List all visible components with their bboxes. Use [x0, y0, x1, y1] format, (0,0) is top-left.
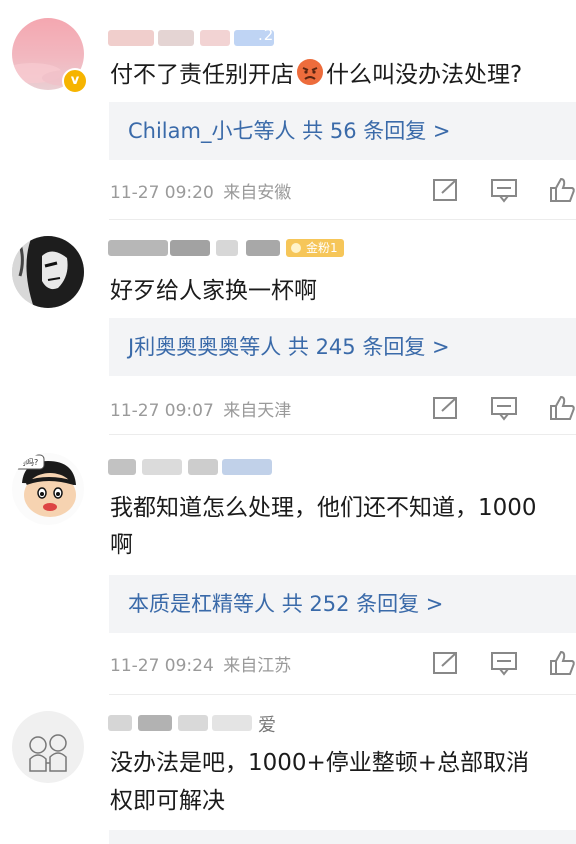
share-icon[interactable]: [432, 177, 460, 203]
avatar[interactable]: [12, 711, 84, 783]
verified-v-badge-icon: v: [62, 68, 88, 94]
comment-meta: 11-27 09:20 来自安徽: [110, 178, 291, 203]
blurred-username: [212, 715, 252, 731]
blurred-username: [170, 240, 210, 256]
like-icon[interactable]: [548, 650, 576, 676]
blurred-username: [108, 240, 168, 256]
username-fragment: .2: [258, 26, 275, 44]
reply-total: 共 56 条回复 >: [302, 119, 451, 143]
fan-badge: 金粉1: [286, 239, 344, 257]
reply-summary-link[interactable]: J利奥奥奥奥等人 共 245 条回复 >: [109, 318, 576, 376]
reply-middle: 等人: [253, 119, 296, 143]
comment-meta: 11-27 09:07 来自天津: [110, 396, 291, 421]
comment-text-line2: 权即可解决: [110, 788, 225, 814]
comment-time: 11-27 09:20: [110, 183, 214, 203]
blurred-username: [222, 459, 272, 475]
avatar[interactable]: [12, 236, 84, 308]
avatar-image: 约吗?: [12, 453, 84, 525]
comment-text: 没办法是吧，1000+停业整顿+总部取消: [110, 750, 530, 776]
avatar-image: [12, 711, 84, 783]
blurred-username: [178, 715, 208, 731]
blurred-username: [246, 240, 280, 256]
blurred-username: [216, 240, 238, 256]
comment-source: 来自天津: [223, 401, 292, 421]
share-icon[interactable]: [432, 650, 460, 676]
reply-summary-link[interactable]: 本质是杠精等人 共 252 条回复 >: [109, 575, 576, 633]
comment-text: 付不了责任别开店 什么叫没办法处理?: [110, 57, 576, 93]
reply-middle: 等人: [239, 335, 282, 359]
reply-total: 共 245 条回复 >: [287, 335, 450, 359]
comment-text-line2: 啊: [110, 532, 133, 558]
username[interactable]: 金粉1: [108, 236, 408, 262]
comment-item: 金粉1 好歹给人家换一杯啊 J利奥奥奥奥等人 共 245 条回复 > 11-27…: [0, 220, 576, 435]
blurred-username: [108, 30, 154, 46]
comment-icon[interactable]: [490, 177, 518, 203]
reply-summary-link[interactable]: Chilam_小七等人 共 56 条回复 >: [109, 102, 576, 160]
comment-time: 11-27 09:07: [110, 401, 214, 421]
comment-time: 11-27 09:24: [110, 656, 214, 676]
reply-middle: 等人: [233, 592, 275, 616]
comment-source: 来自江苏: [223, 656, 292, 676]
comment-icon[interactable]: [490, 395, 518, 421]
blurred-username: [108, 459, 136, 475]
comment-text: 好歹给人家换一杯啊: [110, 278, 317, 304]
blurred-username: [142, 459, 182, 475]
comment-meta: 11-27 09:24 来自江苏: [110, 651, 291, 676]
comment-item: 约吗? 我都知道怎么处理，他们还不知道，1000 啊 本质是杠精等人 共 252…: [0, 435, 576, 695]
avatar-image: [12, 236, 84, 308]
comment-text: 我都知道怎么处理，他们还不知道，1000: [110, 495, 537, 521]
comment-source: 来自安徽: [223, 183, 292, 203]
reply-summary-link[interactable]: [109, 830, 576, 844]
blurred-username: [138, 715, 172, 731]
comment-item: v .2 付不了责任别开店 什么叫没办法处理? Chilam_小七等人 共 56…: [0, 0, 576, 220]
reply-names: Chilam_小七: [128, 119, 254, 143]
reply-names: 本质是杠精: [128, 592, 233, 616]
reply-total: 共 252 条回复 >: [281, 592, 444, 616]
avatar[interactable]: 约吗?: [12, 453, 84, 525]
share-icon[interactable]: [432, 395, 460, 421]
svg-text:约吗?: 约吗?: [18, 457, 38, 467]
username[interactable]: .2: [108, 26, 408, 52]
like-icon[interactable]: [548, 177, 576, 203]
username[interactable]: 爱: [108, 711, 408, 737]
blurred-username: [108, 715, 132, 731]
blurred-username: [188, 459, 218, 475]
comment-feed: v .2 付不了责任别开店 什么叫没办法处理? Chilam_小七等人 共 56…: [0, 0, 576, 844]
username-fragment: 爱: [258, 715, 277, 736]
comment-icon[interactable]: [490, 650, 518, 676]
like-icon[interactable]: [548, 395, 576, 421]
blurred-username: [158, 30, 194, 46]
angry-face-icon: [297, 59, 323, 85]
blurred-username: [200, 30, 230, 46]
reply-names: J利奥奥奥奥: [128, 335, 240, 359]
comment-item: 爱 没办法是吧，1000+停业整顿+总部取消 权即可解决: [0, 695, 576, 844]
username[interactable]: [108, 455, 408, 481]
